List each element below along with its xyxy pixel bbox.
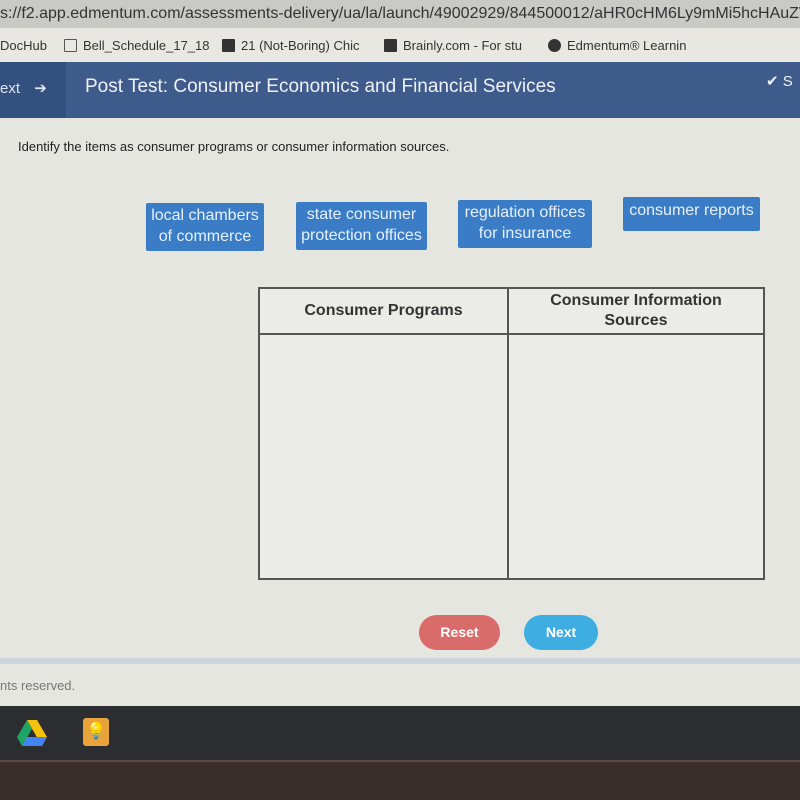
bookmark-bell-schedule[interactable]: Bell_Schedule_17_18 — [64, 38, 210, 53]
bookmark-label: Bell_Schedule_17_18 — [83, 38, 210, 53]
check-circle-icon: ✔ — [766, 73, 779, 90]
page-title: Post Test: Consumer Economics and Financ… — [85, 76, 556, 97]
drag-tile-consumer-reports[interactable]: consumer reports — [623, 197, 760, 231]
drag-tile-local-chambers[interactable]: local chambers of commerce — [146, 203, 264, 251]
bookmark-dochub[interactable]: DocHub — [0, 38, 47, 53]
site-icon — [222, 39, 235, 52]
next-nav-button[interactable]: ext ➔ — [0, 62, 66, 118]
arrow-right-icon: ➔ — [34, 80, 47, 97]
drop-zone-programs[interactable] — [260, 335, 509, 578]
drag-tile-state-consumer[interactable]: state consumer protection offices — [296, 202, 427, 250]
question-instruction: Identify the items as consumer programs … — [18, 139, 450, 154]
column-header-programs: Consumer Programs — [260, 289, 509, 335]
file-icon — [64, 39, 77, 52]
save-label: S — [782, 73, 793, 90]
bookmarks-bar: DocHub Bell_Schedule_17_18 21 (Not-Borin… — [0, 28, 800, 62]
next-button[interactable]: Next — [524, 615, 598, 650]
bookmark-brainly[interactable]: Brainly.com - For stu — [384, 38, 522, 53]
taskbar: 💡 — [0, 706, 800, 760]
drag-tile-regulation-offices[interactable]: regulation offices for insurance — [458, 200, 592, 248]
save-button[interactable]: ✔ S — [766, 72, 793, 90]
footer-copyright: nts reserved. — [0, 678, 76, 693]
bookmark-label: Brainly.com - For stu — [403, 38, 522, 53]
nav-label: ext — [0, 80, 21, 97]
bookmark-not-boring[interactable]: 21 (Not-Boring) Chic — [222, 38, 360, 53]
bookmark-edmentum[interactable]: Edmentum® Learnin — [548, 38, 686, 53]
bookmark-label: 21 (Not-Boring) Chic — [241, 38, 360, 53]
divider — [0, 658, 800, 664]
bookmark-label: Edmentum® Learnin — [567, 38, 687, 53]
sorting-table: Consumer Programs Consumer Information S… — [258, 287, 765, 580]
google-drive-icon[interactable] — [17, 720, 47, 746]
drop-zone-info-sources[interactable] — [509, 335, 763, 578]
edmentum-icon — [548, 39, 561, 52]
reset-button[interactable]: Reset — [419, 615, 500, 650]
keep-icon[interactable]: 💡 — [83, 718, 109, 746]
monitor-bezel — [0, 760, 800, 800]
column-header-info-sources: Consumer Information Sources — [509, 289, 763, 335]
address-bar[interactable]: s://f2.app.edmentum.com/assessments-deli… — [0, 0, 800, 28]
brainly-icon — [384, 39, 397, 52]
